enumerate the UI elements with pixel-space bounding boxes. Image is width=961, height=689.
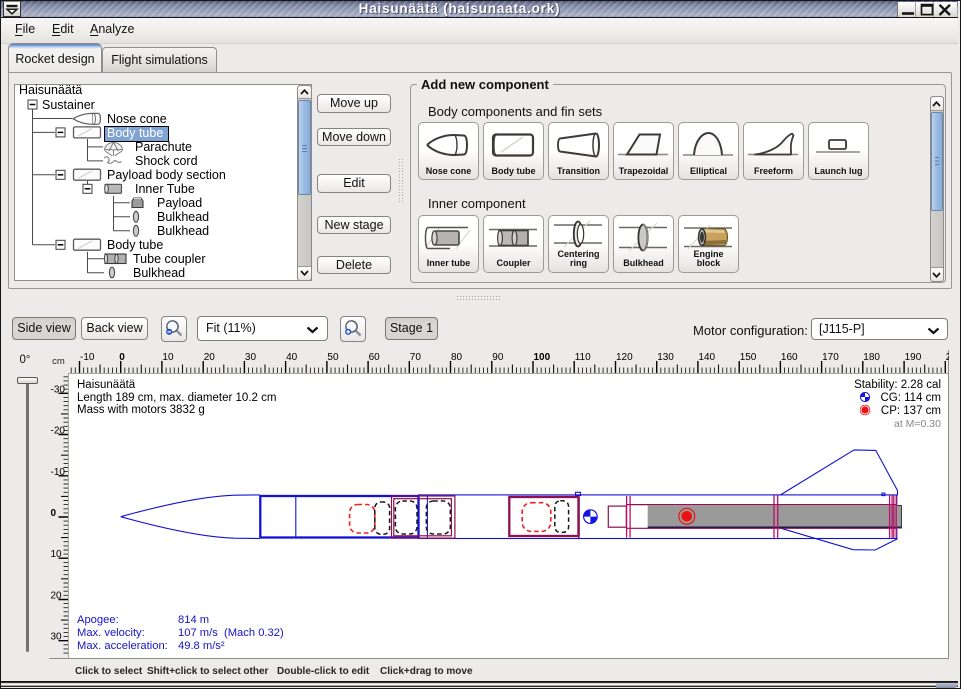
- svg-text:90: 90: [492, 352, 504, 363]
- svg-text:100: 100: [534, 352, 551, 363]
- svg-text:50: 50: [327, 352, 339, 363]
- svg-text:10: 10: [162, 352, 174, 363]
- svg-text:0: 0: [119, 352, 125, 363]
- svg-text:70: 70: [410, 352, 422, 363]
- svg-text:130: 130: [657, 352, 674, 363]
- svg-text:110: 110: [575, 352, 591, 363]
- svg-text:40: 40: [286, 352, 298, 363]
- svg-text:170: 170: [822, 352, 839, 363]
- svg-text:60: 60: [369, 352, 381, 363]
- svg-text:-10: -10: [80, 352, 95, 363]
- svg-text:20: 20: [51, 591, 63, 602]
- svg-text:190: 190: [905, 352, 922, 363]
- svg-text:0: 0: [51, 508, 57, 519]
- svg-text:200: 200: [946, 352, 949, 363]
- svg-text:150: 150: [740, 352, 757, 363]
- svg-text:10: 10: [51, 549, 63, 560]
- svg-text:180: 180: [863, 352, 880, 363]
- svg-text:-30: -30: [51, 384, 66, 395]
- svg-text:120: 120: [616, 352, 633, 363]
- svg-text:-10: -10: [51, 467, 66, 478]
- svg-text:20: 20: [204, 352, 216, 363]
- svg-text:80: 80: [451, 352, 463, 363]
- svg-text:30: 30: [51, 632, 63, 643]
- svg-text:-20: -20: [51, 426, 66, 437]
- svg-text:140: 140: [698, 352, 715, 363]
- svg-text:30: 30: [245, 352, 257, 363]
- svg-text:160: 160: [781, 352, 798, 363]
